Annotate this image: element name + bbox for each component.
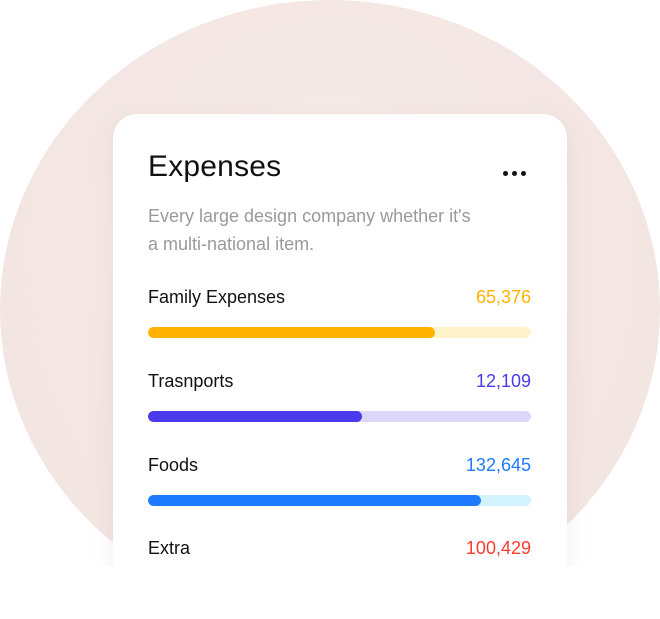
expense-label: Foods [148,454,199,475]
more-options-button[interactable] [497,160,531,186]
expense-progress-fill [148,411,363,422]
card-subtitle: Every large design company whether it's … [148,206,471,254]
bottom-fade [0,566,660,619]
more-horizontal-icon [502,170,508,176]
expense-row-transports: Trasnports 12,109 [148,369,531,422]
expense-progress-track [148,411,531,422]
expense-value: 12,109 [475,370,531,391]
expense-row-family: Family Expenses 65,376 [148,285,531,338]
expense-progress-fill [148,327,436,338]
expense-label: Extra [148,537,191,558]
expense-label: Trasnports [148,370,234,391]
expense-value: 100,429 [465,537,531,558]
expenses-widget-stage: Expenses Every large design company whet… [0,0,660,619]
expense-progress-track [148,495,531,506]
expense-progress-fill [148,495,482,506]
more-horizontal-icon [511,170,517,176]
expense-value: 132,645 [465,454,531,475]
expense-progress-track [148,327,531,338]
card-title: Expenses [148,150,282,183]
expense-row-foods: Foods 132,645 [148,453,531,506]
expense-label: Family Expenses [148,286,286,307]
expenses-card: Expenses Every large design company whet… [113,114,567,619]
more-horizontal-icon [520,170,526,176]
expense-value: 65,376 [475,286,531,307]
